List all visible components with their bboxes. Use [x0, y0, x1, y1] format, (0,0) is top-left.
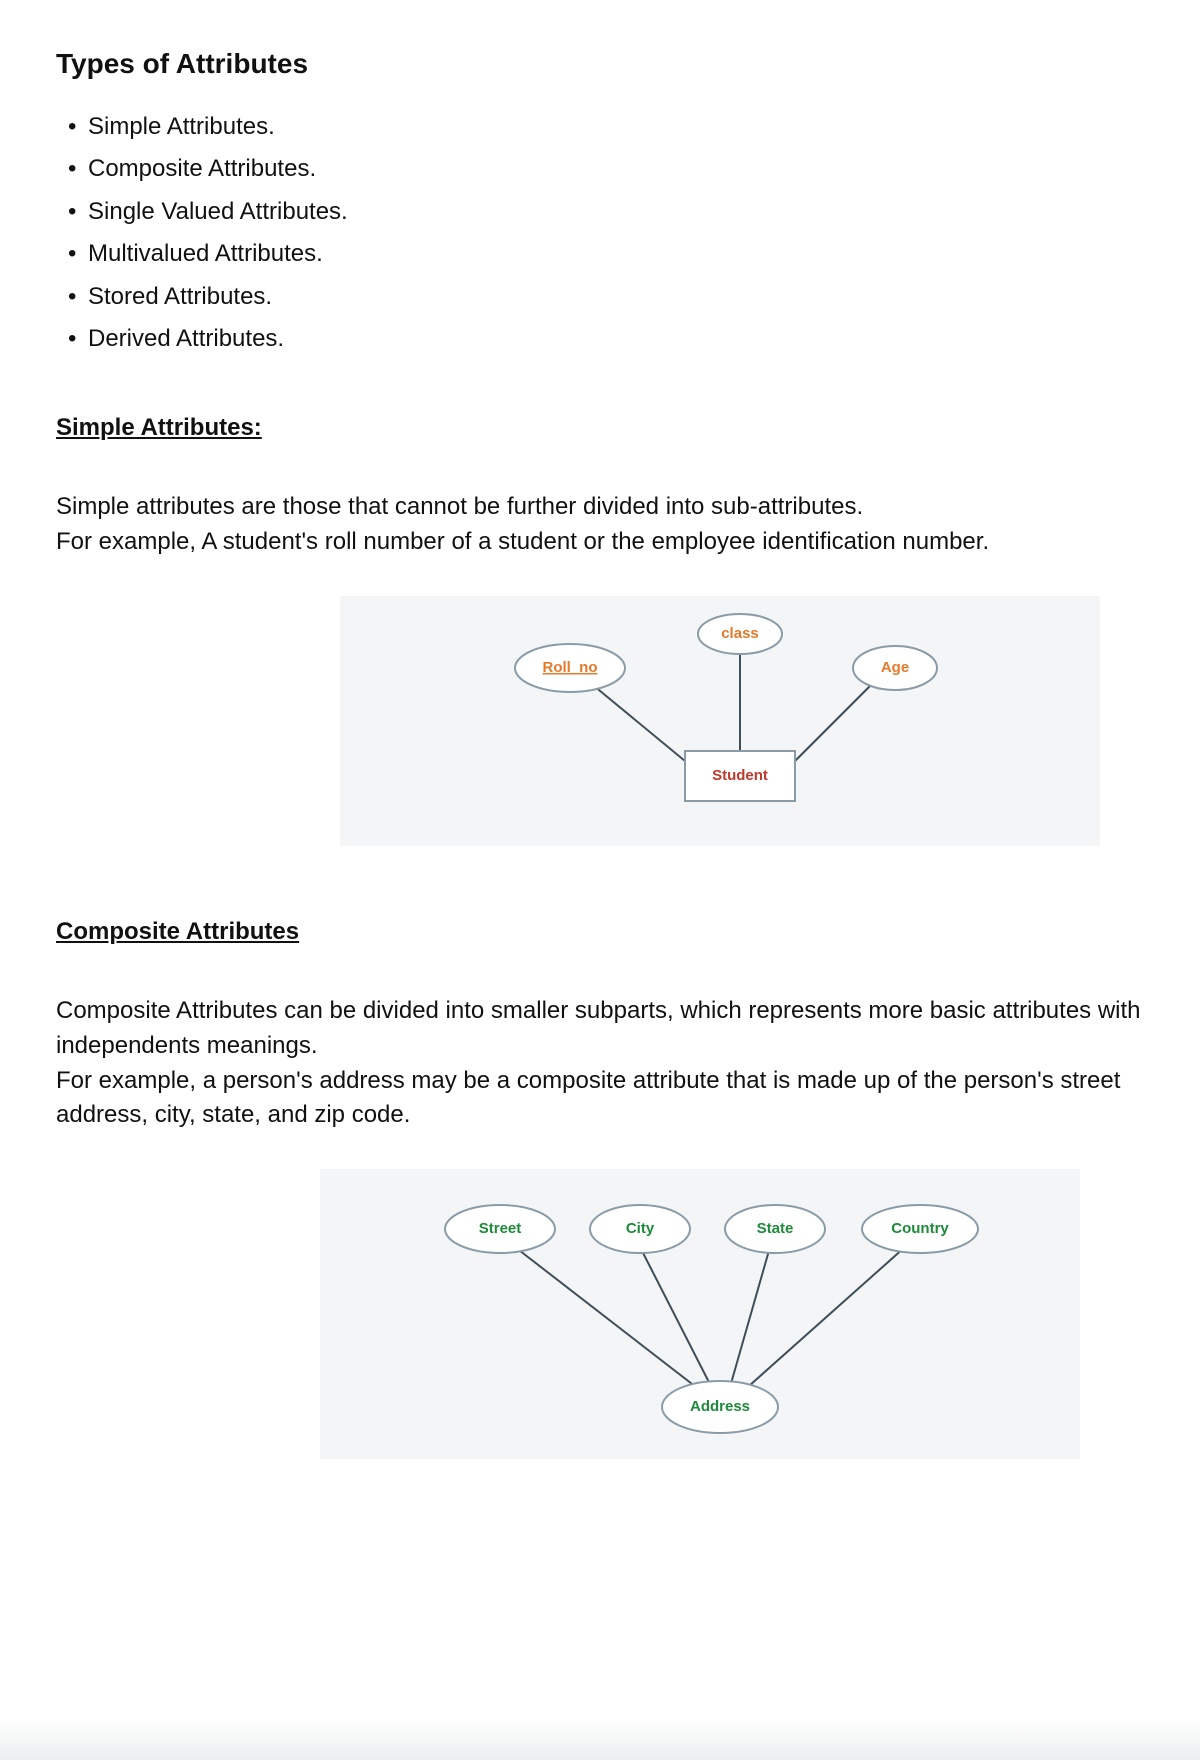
document-page: Types of Attributes Simple Attributes. C… — [0, 0, 1200, 1760]
list-item: Single Valued Attributes. — [68, 193, 1144, 231]
attr-street: Street — [479, 1220, 522, 1237]
list-item: Stored Attributes. — [68, 278, 1144, 316]
page-title: Types of Attributes — [56, 48, 1144, 80]
simple-attributes-diagram: Roll_no class Age Student — [340, 596, 1100, 846]
page-footer-shadow — [0, 1718, 1200, 1760]
attr-state: State — [757, 1220, 794, 1237]
list-item: Simple Attributes. — [68, 108, 1144, 146]
composite-attributes-heading: Composite Attributes — [56, 918, 1144, 946]
list-item: Multivalued Attributes. — [68, 235, 1144, 273]
composite-attributes-paragraph: Composite Attributes can be divided into… — [56, 994, 1144, 1133]
attr-roll-no: Roll_no — [543, 659, 598, 676]
list-item: Composite Attributes. — [68, 150, 1144, 188]
attr-address: Address — [690, 1398, 750, 1415]
entity-student: Student — [712, 767, 768, 784]
attr-city: City — [626, 1220, 655, 1237]
text-line: For example, a person's address may be a… — [56, 1067, 1120, 1129]
text-line: For example, A student's roll number of … — [56, 528, 989, 555]
simple-attributes-heading: Simple Attributes: — [56, 414, 1144, 442]
attribute-types-list: Simple Attributes. Composite Attributes.… — [56, 108, 1144, 358]
list-item: Derived Attributes. — [68, 320, 1144, 358]
attr-age: Age — [881, 659, 909, 676]
simple-attributes-paragraph: Simple attributes are those that cannot … — [56, 490, 1144, 560]
text-line: Simple attributes are those that cannot … — [56, 493, 863, 520]
attr-class: class — [721, 625, 759, 642]
composite-attributes-diagram: Street City State Country Address — [320, 1169, 1080, 1459]
text-line: Composite Attributes can be divided into… — [56, 997, 1141, 1059]
attr-country: Country — [891, 1220, 949, 1237]
